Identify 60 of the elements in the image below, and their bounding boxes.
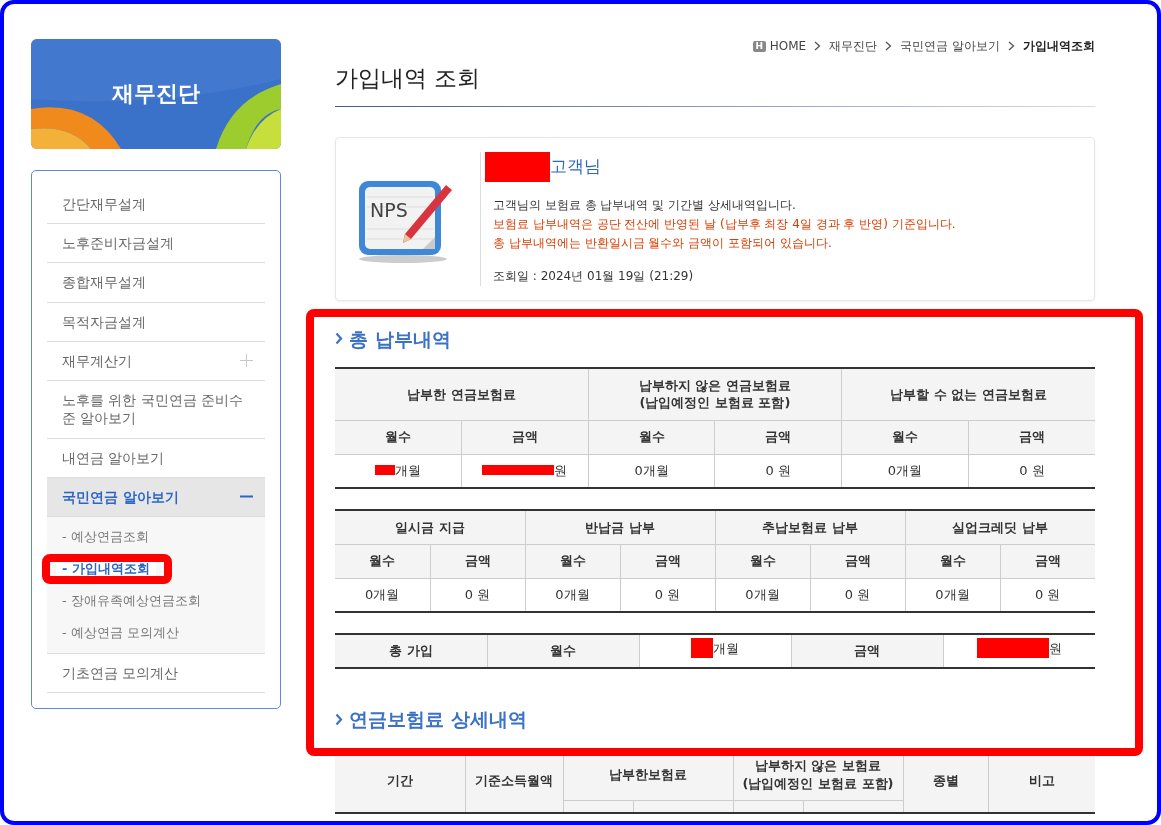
- column-header: 금액: [461, 420, 589, 455]
- sidebar-item[interactable]: 내연금 알아보기: [47, 438, 265, 478]
- info-text: 총 납부내역에는 반환일시금 월수와 금액이 포함되어 있습니다.: [493, 234, 833, 252]
- sidebar-item[interactable]: 노후준비자금설계: [47, 224, 265, 264]
- sidebar-item[interactable]: 국민연금 알아보기: [47, 477, 265, 517]
- table-cell-text: 원: [554, 461, 568, 480]
- column-header: 반납금 납부: [525, 510, 715, 545]
- row-header: 월수: [487, 634, 639, 669]
- info-text: 고객님의 보험료 총 납부내역 및 기간별 상세내역입니다.: [493, 196, 797, 214]
- column-header: 납부한 연금보험료: [335, 368, 589, 421]
- column-header: 월수: [335, 544, 430, 579]
- table-cell-text: 개월: [713, 639, 739, 658]
- sidebar-item[interactable]: 종합재무설계: [47, 263, 265, 303]
- page-title: 가입내역 조회: [335, 65, 482, 93]
- breadcrumb-link[interactable]: HOME: [769, 37, 807, 55]
- column-header: 월수: [841, 420, 969, 455]
- breadcrumb-link[interactable]: 재무진단: [829, 37, 878, 55]
- sidebar-item[interactable]: 재무계산기: [47, 341, 265, 382]
- chevron-icon: [885, 41, 893, 51]
- table-cell-text: 개월: [395, 461, 422, 480]
- chevron-icon: [1008, 41, 1015, 51]
- column-header: 월수: [905, 544, 1000, 579]
- section-title: 총 납부내역: [349, 326, 451, 352]
- chevron-icon: [335, 712, 343, 726]
- column-header: 금액: [430, 544, 525, 579]
- column-header: 금액: [1000, 544, 1095, 579]
- column-header: 금액: [620, 544, 715, 579]
- customer-name: 고객님: [550, 154, 601, 178]
- breadcrumb-link[interactable]: 국민연금 알아보기: [900, 37, 1000, 55]
- sidebar-subitem[interactable]: - 장애유족예상연금조회: [56, 588, 207, 613]
- row-header: 총 가입: [335, 634, 487, 669]
- sidebar-title: 재무진단: [112, 83, 200, 105]
- sidebar-subitem[interactable]: - 예상연금조회: [56, 524, 155, 549]
- section-title: 연금보험료 상세내역: [349, 707, 527, 733]
- table-cell-text: 원: [1048, 639, 1062, 658]
- sidebar-item[interactable]: 목적자금설계: [47, 302, 265, 342]
- column-header: 추납보험료 납부: [715, 510, 905, 545]
- column-header: 금액: [714, 420, 842, 455]
- column-header: 월수: [588, 420, 715, 455]
- column-header: 일시금 지급: [335, 510, 525, 545]
- sidebar-item[interactable]: 노후를 위한 국민연금 준비수준 알아보기: [47, 381, 265, 439]
- column-header: 실업크레딧 납부: [905, 510, 1095, 545]
- column-header: 월수: [525, 544, 620, 579]
- row-header: 금액: [791, 634, 943, 669]
- column-header: 납부하지 않은 연금보험료 (납입예정인 보험료 포함): [588, 368, 842, 421]
- info-text: 보험료 납부내역은 공단 전산에 반영된 날 (납부후 최장 4일 경과 후 반영) 기준입니다.: [493, 215, 956, 233]
- column-header: 월수: [715, 544, 810, 579]
- sidebar-subitem[interactable]: - 예상연금 모의계산: [56, 620, 185, 645]
- query-date: 조회일 : 2024년 01월 19일 (21:29): [493, 267, 695, 285]
- chevron-icon: [335, 332, 343, 346]
- home-icon[interactable]: H: [752, 40, 766, 52]
- breadcrumb-link[interactable]: 가입내역조회: [1023, 37, 1095, 55]
- column-header: 납부할 수 없는 연금보험료: [841, 368, 1095, 421]
- column-header: 금액: [810, 544, 905, 579]
- chevron-icon: [814, 41, 822, 51]
- sidebar-item[interactable]: 기초연금 모의계산: [47, 653, 265, 694]
- column-header: 금액: [968, 420, 1095, 455]
- sidebar-item[interactable]: 간단재무설계: [47, 185, 265, 225]
- icon-label: NPS: [370, 200, 408, 220]
- column-header: 월수: [335, 420, 462, 455]
